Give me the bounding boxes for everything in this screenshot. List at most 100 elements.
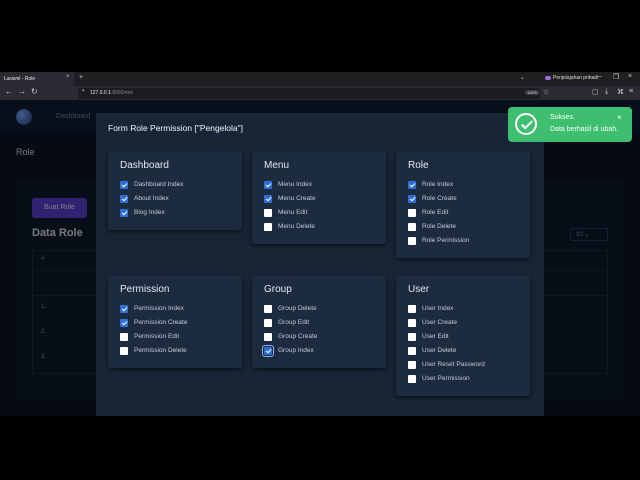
permission-item[interactable]: User Permission [408,374,522,384]
permission-checkbox[interactable] [120,305,128,313]
new-tab-icon[interactable]: + [79,74,83,81]
extensions-icon[interactable]: ⌘ [617,88,624,96]
permission-label: User Create [422,319,458,326]
permission-item[interactable]: Dashboard Index [120,180,234,190]
permission-checkbox[interactable] [408,333,416,341]
permission-item[interactable]: Menu Index [264,180,378,190]
permission-checkbox[interactable] [264,333,272,341]
permission-label: Role Create [422,195,457,202]
maximize-icon[interactable]: ❐ [613,73,619,81]
permission-item[interactable]: Role Permission [408,236,522,246]
permission-checkbox[interactable] [408,237,416,245]
permission-checkbox[interactable] [264,223,272,231]
tab-title: Laravel - Role [4,76,36,82]
permission-item[interactable]: Group Edit [264,318,378,328]
permission-item[interactable]: Group Delete [264,304,378,314]
permission-label: Group Create [278,333,318,340]
permission-item[interactable]: User Edit [408,332,522,342]
permission-checkbox[interactable] [408,319,416,327]
permission-checkbox[interactable] [262,345,274,357]
permission-group-title: Dashboard [120,160,169,171]
permission-label: Group Edit [278,319,310,326]
permission-checkbox[interactable] [264,195,272,203]
permission-item[interactable]: User Delete [408,346,522,356]
permission-checkbox[interactable] [264,319,272,327]
permission-item[interactable]: Role Create [408,194,522,204]
window-close-icon[interactable]: × [628,73,632,80]
permission-checkbox[interactable] [264,305,272,313]
permission-item[interactable]: Blog Index [120,208,234,218]
permission-label: Group Delete [278,305,317,312]
tab-close-icon[interactable]: × [66,74,70,80]
permission-item[interactable]: Menu Edit [264,208,378,218]
download-icon[interactable]: ⤓ [605,88,608,96]
letterbox-top [0,0,640,72]
permission-label: Permission Create [134,319,188,326]
permission-label: Role Edit [422,209,449,216]
permission-item[interactable]: Menu Create [264,194,378,204]
permission-label: Menu Index [278,181,312,188]
permission-label: Menu Delete [278,223,315,230]
permission-label: Permission Delete [134,347,187,354]
permission-item[interactable]: Permission Edit [120,332,234,342]
url-path: :8000/role [110,90,134,96]
letterbox-bottom [0,416,640,480]
permission-item[interactable]: Role Edit [408,208,522,218]
permission-checkbox[interactable] [264,181,272,189]
permission-label: User Delete [422,347,457,354]
permission-item[interactable]: Group Index [262,345,378,357]
permission-checkbox[interactable] [120,333,128,341]
site-info-icon[interactable]: ◐ [82,88,86,94]
minimize-icon[interactable]: – [598,73,602,80]
permission-item[interactable]: Permission Delete [120,346,234,356]
permission-item[interactable]: Menu Delete [264,222,378,232]
permission-group-title: User [408,284,430,295]
permission-checkbox[interactable] [120,209,128,217]
permission-item[interactable]: About Index [120,194,234,204]
bookmark-star-icon[interactable]: ☆ [543,88,549,96]
pocket-icon[interactable]: ▢ [592,88,599,96]
permission-checkbox[interactable] [120,195,128,203]
url-bar[interactable]: 127.0.0.1:8000/role [78,88,540,99]
permission-item[interactable]: Permission Create [120,318,234,328]
permission-checkbox[interactable] [120,181,128,189]
permission-group-title: Menu [264,160,290,171]
permission-label: Dashboard Index [134,181,184,188]
permission-label: User Reset Password [422,361,485,368]
browser-tab[interactable]: Laravel - Role [0,72,74,86]
permission-item[interactable]: User Create [408,318,522,328]
permission-label: User Index [422,305,454,312]
permission-item[interactable]: Role Delete [408,222,522,232]
permission-checkbox[interactable] [120,319,128,327]
permission-item[interactable]: Role Index [408,180,522,190]
permission-checkbox[interactable] [408,347,416,355]
permission-checkbox[interactable] [408,209,416,217]
zoom-level[interactable]: 110% [525,90,539,95]
permission-checkbox[interactable] [408,361,416,369]
permission-checkbox[interactable] [408,223,416,231]
permission-checkbox[interactable] [264,209,272,217]
permission-item[interactable]: Group Create [264,332,378,342]
toast-close-icon[interactable]: × [617,113,622,122]
permission-item[interactable]: User Reset Password [408,360,522,370]
menu-icon[interactable]: ≡ [629,88,633,95]
permission-group-title: Group [264,284,292,295]
reload-icon[interactable]: ↻ [31,87,38,96]
permission-label: Menu Edit [278,209,308,216]
permission-label: Role Index [422,181,454,188]
permission-checkbox[interactable] [120,347,128,355]
private-browsing-label: Penjelajahan pribadi [553,75,599,81]
forward-icon[interactable]: → [18,87,26,96]
permission-checkbox[interactable] [408,305,416,313]
permission-label: Role Delete [422,223,456,230]
permission-checkbox[interactable] [408,181,416,189]
back-icon[interactable]: ← [5,87,13,96]
permission-label: Permission Index [134,305,184,312]
permission-checkbox[interactable] [408,195,416,203]
permission-group-title: Permission [120,284,170,295]
tab-list-icon[interactable]: ⌄ [520,74,525,81]
permission-item[interactable]: Permission Index [120,304,234,314]
permission-checkbox[interactable] [408,375,416,383]
permission-item[interactable]: User Index [408,304,522,314]
permission-label: User Edit [422,333,449,340]
